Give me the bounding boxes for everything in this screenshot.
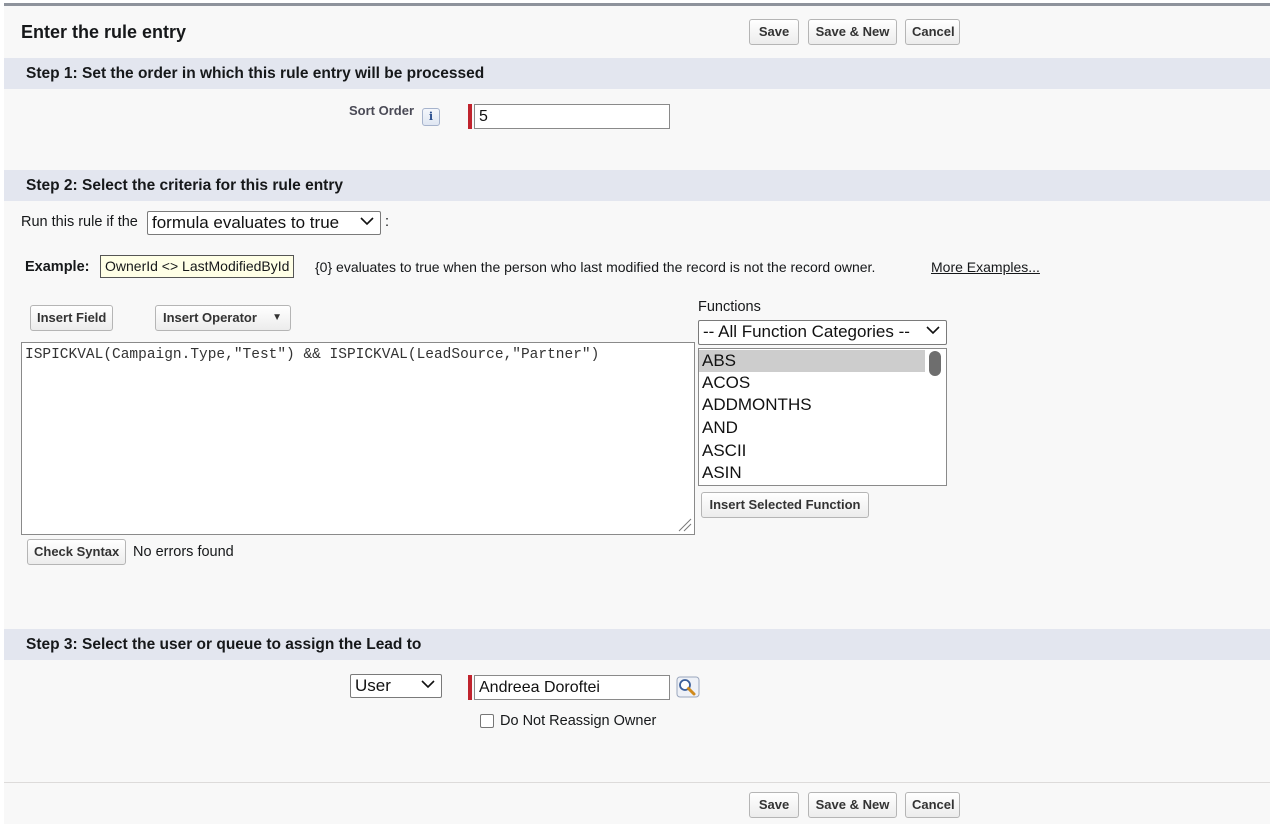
example-description: {0} evaluates to true when the person wh… <box>315 259 876 275</box>
function-item[interactable]: ABS <box>699 350 925 372</box>
do-not-reassign-label: Do Not Reassign Owner <box>500 713 657 729</box>
footer-divider <box>4 782 1270 783</box>
lookup-icon[interactable] <box>676 676 700 698</box>
run-rule-selected: formula evaluates to true <box>152 213 340 232</box>
sort-order-input[interactable]: 5 <box>474 104 670 129</box>
insert-operator-button[interactable]: Insert Operator ▼ <box>155 305 291 331</box>
function-item[interactable]: ACOS <box>699 372 925 394</box>
chevron-down-icon <box>421 680 435 689</box>
more-examples-link[interactable]: More Examples... <box>931 259 1040 275</box>
step2-heading: Step 2: Select the criteria for this rul… <box>26 177 343 194</box>
run-rule-suffix: : <box>385 214 390 230</box>
run-rule-criteria-select[interactable]: formula evaluates to true <box>147 211 381 235</box>
cancel-button-top[interactable]: Cancel <box>905 19 960 45</box>
function-item[interactable]: ASCII <box>699 440 925 462</box>
save-new-button-bottom[interactable]: Save & New <box>808 792 897 818</box>
info-icon[interactable]: i <box>422 108 440 126</box>
run-rule-prefix: Run this rule if the <box>21 214 138 230</box>
function-item[interactable]: AND <box>699 417 925 439</box>
step3-heading: Step 3: Select the user or queue to assi… <box>26 636 422 653</box>
insert-field-button[interactable]: Insert Field <box>30 305 113 331</box>
step2-section-header: Step 2: Select the criteria for this rul… <box>4 170 1270 201</box>
example-code-box: OwnerId <> LastModifiedById <box>100 255 295 278</box>
insert-operator-label: Insert Operator <box>163 310 257 325</box>
insert-selected-function-button[interactable]: Insert Selected Function <box>701 492 869 518</box>
step1-section-header: Step 1: Set the order in which this rule… <box>4 58 1270 89</box>
listbox-scrollbar-thumb[interactable] <box>929 351 941 376</box>
chevron-down-icon <box>360 217 374 226</box>
rule-entry-panel: Enter the rule entry Save Save & New Can… <box>4 3 1270 824</box>
required-indicator-assignee <box>468 675 472 700</box>
assignee-input[interactable]: Andreea Doroftei <box>474 675 670 700</box>
save-new-button-top[interactable]: Save & New <box>808 19 897 45</box>
function-item[interactable]: ADDMONTHS <box>699 394 925 416</box>
sort-order-label: Sort Order <box>349 103 415 118</box>
assignee-type-selected: User <box>355 676 391 695</box>
functions-listbox[interactable]: ABS ACOS ADDMONTHS AND ASCII ASIN <box>698 348 947 486</box>
example-label: Example: <box>25 259 90 275</box>
chevron-down-icon <box>922 326 940 335</box>
step3-section-header: Step 3: Select the user or queue to assi… <box>4 629 1270 660</box>
function-category-selected: -- All Function Categories -- <box>703 322 910 341</box>
function-category-select[interactable]: -- All Function Categories -- <box>698 320 947 345</box>
resize-handle-icon[interactable] <box>676 518 692 532</box>
functions-label: Functions <box>698 299 761 315</box>
syntax-status: No errors found <box>133 544 234 560</box>
cancel-button-bottom[interactable]: Cancel <box>905 792 960 818</box>
page-title: Enter the rule entry <box>21 22 187 42</box>
step1-heading: Step 1: Set the order in which this rule… <box>26 65 485 82</box>
required-indicator-sort-order <box>468 104 472 129</box>
check-syntax-button[interactable]: Check Syntax <box>27 539 126 565</box>
formula-editor[interactable]: ISPICKVAL(Campaign.Type,"Test") && ISPIC… <box>21 342 695 535</box>
function-item[interactable]: ASIN <box>699 462 925 484</box>
info-icon-glyph: i <box>428 110 434 123</box>
save-button-bottom[interactable]: Save <box>749 792 799 818</box>
assignee-type-select[interactable]: User <box>350 674 442 698</box>
dropdown-arrow-icon: ▼ <box>272 312 282 323</box>
save-button-top[interactable]: Save <box>749 19 799 45</box>
do-not-reassign-checkbox[interactable] <box>480 714 494 728</box>
